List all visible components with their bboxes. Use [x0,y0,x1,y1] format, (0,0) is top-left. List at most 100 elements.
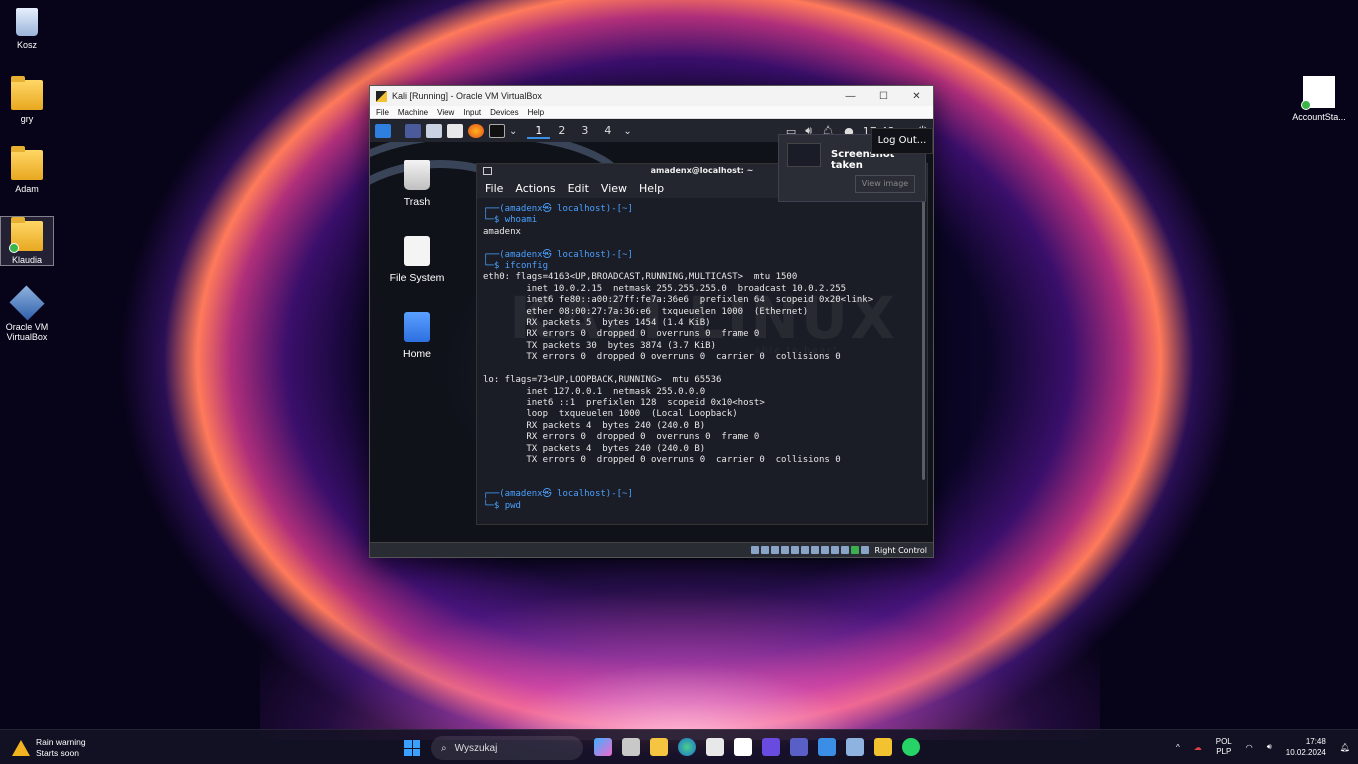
menu-file[interactable]: File [376,108,389,117]
shared-folders-icon[interactable] [801,546,810,554]
file-explorer-icon[interactable] [650,738,668,756]
volume-icon[interactable]: 🔊︎ [1267,742,1272,752]
optical-drive-icon[interactable] [761,546,770,554]
terminal-icon [483,167,492,175]
vbox-statusbar: Right Control [370,542,933,557]
terminal-menu-help[interactable]: Help [639,182,664,195]
terminal-output-line: TX errors 0 dropped 0 overruns 0 carrier… [483,454,841,465]
guest-screen[interactable]: ⌄ 1 2 3 4 ⌄ ▭ 🔊︎ 🔔︎ ● 17:48 🔒︎ ⏻ Trash [370,120,933,544]
prompt-text: ┌──(amadenx㉿ localhost)-[~] [483,489,633,500]
window-title: Kali [Running] - Oracle VM VirtualBox [392,91,542,101]
chevron-up-icon[interactable]: ^ [1176,743,1180,752]
weather-widget[interactable]: Rain warning Starts soon [12,737,86,759]
chevron-down-icon[interactable]: ⌄ [509,126,517,137]
terminal-command-line: └─$ pwd [483,501,913,512]
desktop-icon-recycle-bin[interactable]: Kosz [1,8,53,50]
menu-devices[interactable]: Devices [490,108,518,117]
file-manager-icon[interactable] [426,124,442,138]
kali-menu-icon[interactable] [375,124,391,138]
kali-desktop-trash[interactable]: Trash [382,160,452,208]
desktop-icon-klaudia[interactable]: Klaudia [0,216,54,266]
hard-disk-icon[interactable] [751,546,760,554]
kali-taskbar-icon[interactable] [874,738,892,756]
taskbar-clock[interactable]: 17:48 10.02.2024 [1286,736,1326,758]
language-top: POL [1215,737,1232,746]
maximize-button[interactable]: ☐ [867,91,900,102]
terminal-output[interactable]: ┌──(amadenx㉿ localhost)-[~] └─$ whoami ama… [477,198,919,524]
workspace-4[interactable]: 4 [596,124,619,139]
copilot-icon[interactable] [594,738,612,756]
notepad-icon[interactable] [818,738,836,756]
store-icon[interactable] [706,738,724,756]
task-view-icon[interactable] [622,738,640,756]
desktop-icon-virtualbox[interactable]: Oracle VM VirtualBox [1,285,53,342]
terminal-icon[interactable] [489,124,505,138]
edge-icon[interactable] [678,738,696,756]
view-image-button[interactable]: View image [855,175,915,193]
terminal-output-line: inet6 ::1 prefixlen 128 scopeid 0x10<hos… [483,397,765,408]
prompt-arrow: └─$ [483,500,505,511]
terminal-window[interactable]: amadenx@localhost: ~ File Actions Edit V… [476,163,928,525]
wifi-icon[interactable]: ◠ [1246,743,1253,752]
taskbar-time: 17:48 [1305,737,1326,746]
terminal-scrollbar[interactable] [922,200,925,480]
kali-desktop-home[interactable]: Home [382,312,452,360]
taskbar-search[interactable]: ⌕ Wyszukaj [431,736,583,760]
keyboard-icon[interactable] [851,546,860,554]
menu-help[interactable]: Help [528,108,544,117]
folder-icon [9,217,43,253]
recording-icon[interactable] [821,546,830,554]
kali-desktop-filesystem[interactable]: File System [382,236,452,284]
desktop-icon-adam[interactable]: Adam [1,146,53,194]
mouse-integration-icon[interactable] [841,546,850,554]
language-indicator[interactable]: POL PLP [1216,737,1232,757]
menu-input[interactable]: Input [463,108,481,117]
weather-title: Rain warning [36,737,86,747]
media-player-icon[interactable] [762,738,780,756]
windows-logo-tile [404,740,412,748]
display-icon[interactable] [811,546,820,554]
terminal-output-line: inet 127.0.0.1 netmask 255.0.0.0 [483,386,706,397]
terminal-menu-edit[interactable]: Edit [568,182,589,195]
notifications-icon[interactable]: 🔔︎ [1340,743,1350,752]
show-desktop-icon[interactable] [405,124,421,138]
kali-icon-label: Trash [403,196,431,208]
desktop-icon-gry[interactable]: gry [1,76,53,124]
desktop-icon-accountstatus[interactable]: AccountSta... [1286,76,1352,122]
cpu-icon[interactable] [831,546,840,554]
whatsapp-icon[interactable] [902,738,920,756]
terminal-menu-actions[interactable]: Actions [515,182,555,195]
terminal-output-line: inet 10.0.2.15 netmask 255.255.255.0 bro… [483,283,847,294]
terminal-menu-view[interactable]: View [601,182,627,195]
audio-icon[interactable] [771,546,780,554]
usb-icon[interactable] [791,546,800,554]
vbox-menubar: File Machine View Input Devices Help [370,106,933,119]
arrow-down-icon[interactable] [861,546,870,554]
firefox-icon[interactable] [468,124,484,138]
window-titlebar[interactable]: Kali [Running] - Oracle VM VirtualBox — … [370,86,933,106]
start-button[interactable] [404,740,420,756]
prompt-arrow: └─$ [483,215,505,226]
cloud-warning-icon[interactable]: ☁ [1194,743,1202,752]
workspace-1[interactable]: 1 [527,124,551,139]
workspace-3[interactable]: 3 [573,124,596,139]
terminal-output-line: amadenx [483,226,521,237]
workspace-2[interactable]: 2 [550,124,573,139]
text-editor-icon[interactable] [447,124,463,138]
close-button[interactable]: ✕ [900,91,933,102]
menu-machine[interactable]: Machine [398,108,428,117]
terminal-menu-file[interactable]: File [485,182,503,195]
l-app-icon[interactable] [734,738,752,756]
network-icon[interactable] [781,546,790,554]
virtualbox-taskbar-icon[interactable] [846,738,864,756]
minimize-button[interactable]: — [834,91,867,102]
desktop-icon-label: Adam [15,184,39,194]
virtualbox-window[interactable]: Kali [Running] - Oracle VM VirtualBox — … [369,85,934,558]
menu-view[interactable]: View [437,108,454,117]
screenshot-thumbnail[interactable] [787,143,821,167]
chevron-down-icon[interactable]: ⌄ [623,126,631,137]
teams-icon[interactable] [790,738,808,756]
terminal-output-line: TX packets 30 bytes 3874 (3.7 KiB) [483,340,716,351]
